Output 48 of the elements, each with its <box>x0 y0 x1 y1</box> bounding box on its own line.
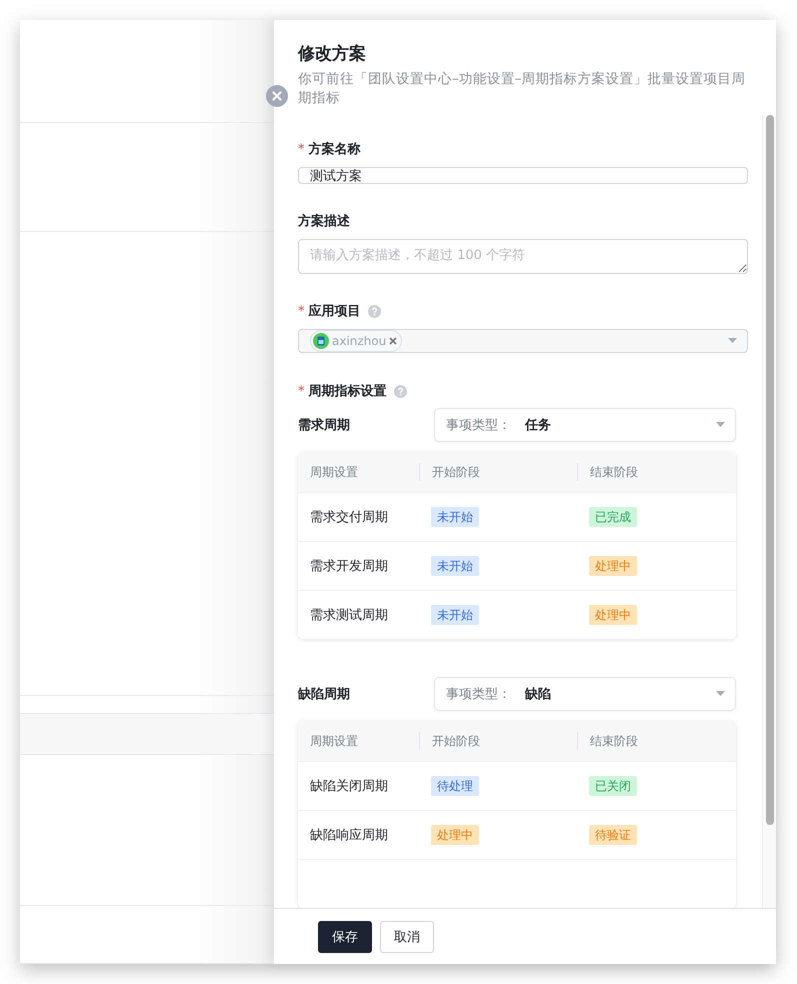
name-input[interactable]: 测试方案 <box>298 167 748 184</box>
table-cell-text: 缺陷关闭周期 <box>309 778 389 795</box>
avatar-icon <box>313 333 329 349</box>
stage-tag: 未开始 <box>431 507 479 527</box>
stage-tag: 处理中 <box>589 605 637 625</box>
column-header: 周期设置 <box>309 733 359 750</box>
type-select[interactable]: 事项类型： 任务 <box>434 408 736 442</box>
stage-tag: 已完成 <box>589 507 637 527</box>
stage-tag: 未开始 <box>431 605 479 625</box>
column-header: 结束阶段 <box>577 463 736 481</box>
required-mark: * <box>298 304 304 318</box>
caret-icon <box>716 422 725 428</box>
stage-tag: 未开始 <box>431 556 479 576</box>
drawer-title: 修改方案 <box>298 43 367 66</box>
caret-icon <box>716 691 725 697</box>
group-name: 需求周期 <box>298 417 350 434</box>
close-icon[interactable] <box>266 85 288 107</box>
stage-tag: 待处理 <box>431 776 479 796</box>
column-header: 开始阶段 <box>419 732 577 750</box>
scrollbar[interactable] <box>762 115 776 908</box>
column-header: 开始阶段 <box>419 463 577 481</box>
field-label: 方案名称 <box>308 140 360 158</box>
help-icon[interactable] <box>394 384 406 398</box>
remove-icon[interactable] <box>389 337 398 345</box>
cancel-button[interactable]: 取消 <box>380 920 434 952</box>
save-button[interactable]: 保存 <box>318 920 372 952</box>
table-cell-text: 需求开发周期 <box>309 558 389 575</box>
help-icon[interactable] <box>368 304 380 318</box>
description-field[interactable]: 请输入方案描述，不超过 100 个字符 <box>298 239 748 274</box>
stage-tag: 处理中 <box>589 556 637 576</box>
group-name: 缺陷周期 <box>298 686 350 703</box>
caret-icon <box>728 338 737 344</box>
stage-tag: 待验证 <box>589 825 637 845</box>
required-mark: * <box>298 142 304 156</box>
stage-tag: 处理中 <box>431 825 479 845</box>
column-header: 结束阶段 <box>577 732 736 750</box>
required-mark: * <box>298 384 304 398</box>
type-select[interactable]: 事项类型： 缺陷 <box>434 677 736 711</box>
project-chip: axinzhou <box>310 330 402 352</box>
table-cell-text: 需求交付周期 <box>309 509 389 526</box>
stage-tag: 已关闭 <box>589 776 637 796</box>
table-cell-text: 缺陷响应周期 <box>309 827 389 844</box>
field-label: 周期指标设置 <box>308 383 386 400</box>
table-cell-text: 需求测试周期 <box>309 607 389 624</box>
column-header: 周期设置 <box>309 464 359 481</box>
field-label: 应用项目 <box>308 302 360 320</box>
drawer-subtitle: 你可前往「团队设置中心–功能设置–周期指标方案设置」批量设置项目周期指标 <box>298 70 747 108</box>
field-label: 方案描述 <box>298 212 350 230</box>
